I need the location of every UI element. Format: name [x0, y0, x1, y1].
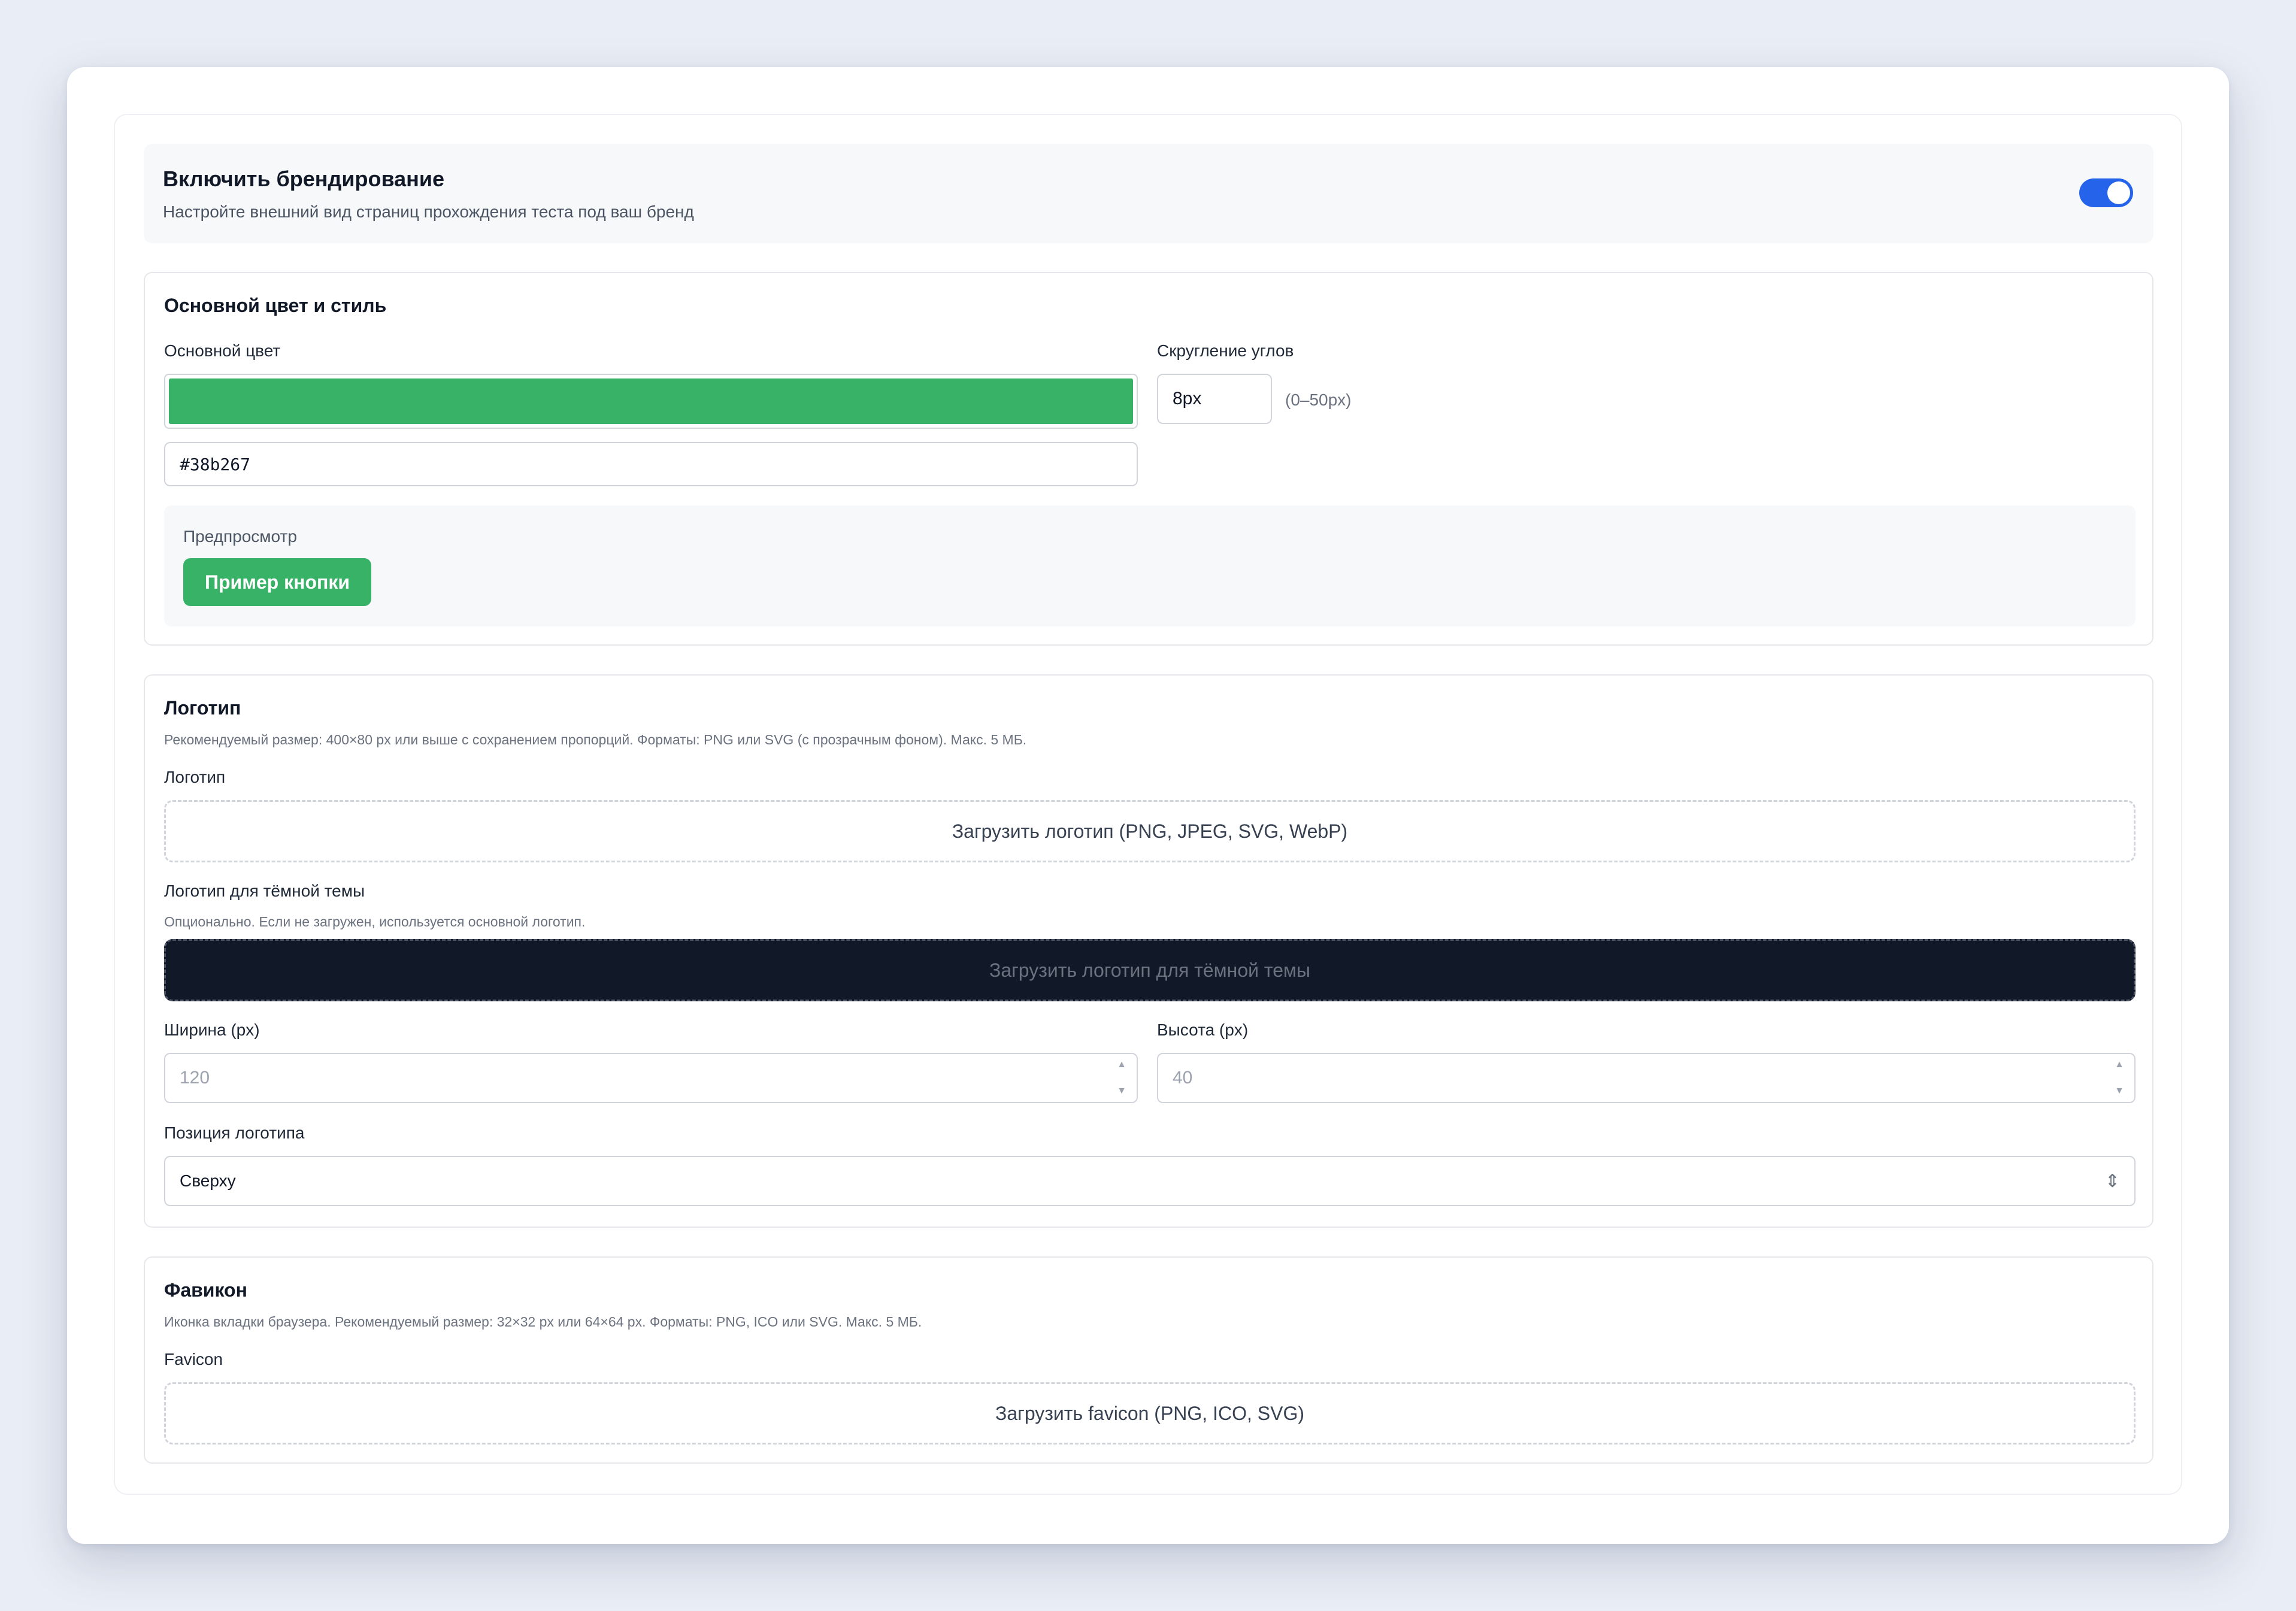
dark-logo-label: Логотип для тёмной темы: [164, 882, 365, 900]
logo-card-description: Рекомендуемый размер: 400×80 px или выше…: [164, 732, 1027, 747]
radius-value: 8px: [1173, 389, 1202, 408]
radius-hint: (0–50px): [1285, 390, 1352, 409]
branding-title: Включить брендирование: [163, 166, 445, 191]
branding-toggle-row: Включить брендирование Настройте внешний…: [144, 144, 2153, 243]
spinner-up-icon[interactable]: ▲: [2115, 1060, 2124, 1070]
dark-logo-upload-label: Загрузить логотип для тёмной темы: [989, 959, 1310, 981]
favicon-label: Favicon: [164, 1350, 223, 1368]
height-spinner[interactable]: ▲ ▼: [2113, 1060, 2126, 1096]
logo-card: Логотип Рекомендуемый размер: 400×80 px …: [144, 674, 2153, 1228]
spinner-down-icon[interactable]: ▼: [1117, 1086, 1126, 1096]
logo-position-select[interactable]: Сверху ⇕: [164, 1156, 2136, 1206]
color-swatch-picker[interactable]: [164, 374, 1138, 429]
color-hex-value: #38b267: [180, 454, 251, 474]
branding-toggle[interactable]: [2079, 178, 2133, 207]
preview-box: Предпросмотр Пример кнопки: [164, 505, 2136, 626]
color-hex-input[interactable]: #38b267: [164, 442, 1138, 486]
style-card-title: Основной цвет и стиль: [164, 295, 387, 316]
preview-sample-button-label: Пример кнопки: [204, 571, 350, 593]
logo-width-placeholder: 120: [180, 1068, 210, 1088]
radius-input[interactable]: 8px: [1157, 374, 1272, 424]
branding-description: Настройте внешний вид страниц прохождени…: [163, 202, 694, 221]
logo-position-label: Позиция логотипа: [164, 1124, 305, 1142]
favicon-upload-button[interactable]: Загрузить favicon (PNG, ICO, SVG): [164, 1382, 2136, 1445]
preview-sample-button[interactable]: Пример кнопки: [183, 558, 371, 606]
dark-logo-upload-button[interactable]: Загрузить логотип для тёмной темы: [164, 939, 2136, 1001]
spinner-down-icon[interactable]: ▼: [2115, 1086, 2124, 1096]
favicon-upload-label: Загрузить favicon (PNG, ICO, SVG): [995, 1402, 1304, 1424]
color-label: Основной цвет: [164, 341, 281, 360]
logo-width-input[interactable]: 120 ▲ ▼: [164, 1053, 1138, 1103]
style-card: Основной цвет и стиль Основной цвет #38b…: [144, 272, 2153, 646]
preview-label: Предпросмотр: [183, 527, 297, 546]
logo-position-value: Сверху: [180, 1171, 236, 1190]
favicon-card-description: Иконка вкладки браузера. Рекомендуемый р…: [164, 1314, 922, 1330]
logo-upload-label: Загрузить логотип (PNG, JPEG, SVG, WebP): [952, 820, 1348, 842]
logo-card-title: Логотип: [164, 697, 241, 719]
logo-height-input[interactable]: 40 ▲ ▼: [1157, 1053, 2136, 1103]
logo-height-placeholder: 40: [1173, 1068, 1193, 1088]
radius-label: Скругление углов: [1157, 341, 1294, 360]
favicon-card: Фавикон Иконка вкладки браузера. Рекомен…: [144, 1256, 2153, 1464]
settings-window: Включить брендирование Настройте внешний…: [67, 67, 2229, 1544]
color-swatch: [169, 378, 1133, 424]
select-chevrons-icon: ⇕: [2104, 1171, 2120, 1191]
dark-logo-hint: Опционально. Если не загружен, используе…: [164, 914, 586, 929]
width-spinner[interactable]: ▲ ▼: [1115, 1060, 1128, 1096]
toggle-knob: [2107, 181, 2130, 204]
settings-panel: Включить брендирование Настройте внешний…: [114, 114, 2182, 1495]
height-label: Высота (px): [1157, 1020, 1249, 1039]
settings-content: Включить брендирование Настройте внешний…: [144, 144, 2153, 1464]
logo-upload-button[interactable]: Загрузить логотип (PNG, JPEG, SVG, WebP): [164, 800, 2136, 862]
spinner-up-icon[interactable]: ▲: [1117, 1060, 1126, 1070]
logo-label: Логотип: [164, 768, 226, 786]
favicon-card-title: Фавикон: [164, 1279, 247, 1301]
width-label: Ширина (px): [164, 1020, 260, 1039]
